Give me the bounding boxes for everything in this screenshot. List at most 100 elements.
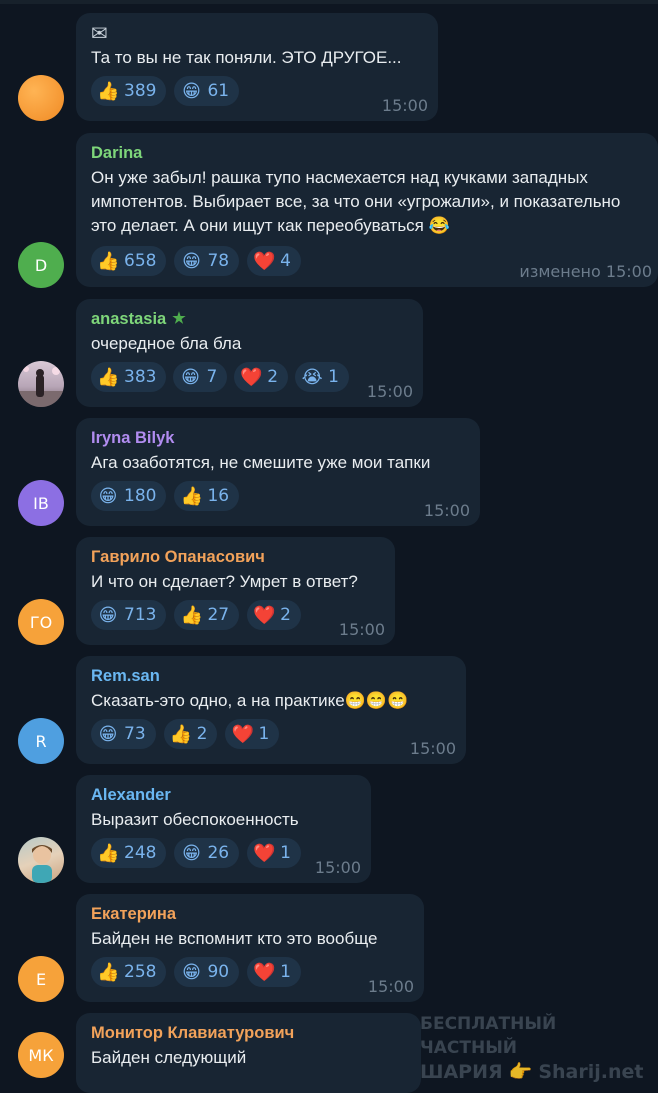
- avatar[interactable]: [18, 75, 64, 121]
- heart-icon: ❤️: [240, 366, 263, 388]
- avatar[interactable]: [18, 361, 64, 407]
- message-bubble[interactable]: Екатерина Байден не вспомнит кто это воо…: [76, 894, 424, 1002]
- message-bubble[interactable]: Монитор Клавиатурович Байден следующий: [76, 1013, 421, 1093]
- reaction-grin[interactable]: 😁 7: [173, 362, 228, 392]
- message-bubble[interactable]: Darina Он уже забыл! рашка тупо насмехае…: [76, 133, 658, 287]
- message-text: очередное бла бла: [91, 334, 242, 353]
- message-time: изменено 15:00: [519, 262, 652, 281]
- reaction-count: 258: [124, 962, 157, 982]
- message-text: Байден не вспомнит кто это вообще: [91, 929, 378, 948]
- avatar[interactable]: IB: [18, 480, 64, 526]
- reaction-thumbs-up[interactable]: 👍 258: [91, 957, 167, 987]
- message-bubble[interactable]: anastasia ★ очередное бла бла 👍 383 😁 7 …: [76, 299, 423, 407]
- thumbs-up-icon: 👍: [180, 604, 203, 626]
- message-bubble[interactable]: ✉ Та то вы не так поняли. ЭТО ДРУГОЕ... …: [76, 13, 438, 121]
- heart-icon: ❤️: [253, 604, 276, 626]
- reaction-thumbs-up[interactable]: 👍 383: [91, 362, 167, 392]
- avatar[interactable]: МК: [18, 1032, 64, 1078]
- reaction-heart[interactable]: ❤️ 2: [234, 362, 289, 392]
- thumbs-up-icon: 👍: [97, 366, 120, 388]
- pointing-hand-icon: 👉: [508, 1061, 533, 1083]
- grin-icon: 😁: [182, 842, 201, 864]
- star-icon: ★: [172, 310, 186, 327]
- reaction-grin[interactable]: 😁 78: [174, 246, 240, 276]
- reaction-count: 16: [207, 486, 230, 506]
- reaction-count: 2: [267, 367, 279, 387]
- reactions-row: 👍 258 😁 90 ❤️ 1: [91, 957, 410, 987]
- reaction-grin[interactable]: 😁 713: [91, 600, 167, 630]
- sender-name: Екатерина: [91, 903, 410, 925]
- message-text: Он уже забыл! рашка тупо насмехается над…: [91, 168, 621, 235]
- avatar-photo-icon: [32, 845, 52, 883]
- message-text: Ага озаботятся, не смешите уже мои тапки: [91, 453, 431, 472]
- grin-icon: 😁: [98, 723, 118, 745]
- watermark-right: Sharij.net: [538, 1061, 644, 1083]
- message-text: Выразит обеспокоенность: [91, 810, 299, 829]
- reaction-thumbs-up[interactable]: 👍 27: [174, 600, 240, 630]
- message-text: Та то вы не так поняли. ЭТО ДРУГОЕ...: [91, 48, 402, 67]
- avatar[interactable]: [18, 837, 64, 883]
- message-bubble[interactable]: Alexander Выразит обеспокоенность 👍 248 …: [76, 775, 371, 883]
- message-time: 15:00: [314, 858, 361, 877]
- reaction-thumbs-up[interactable]: 👍 389: [91, 76, 167, 106]
- reaction-thumbs-up[interactable]: 👍 2: [163, 719, 218, 749]
- avatar[interactable]: E: [18, 956, 64, 1002]
- reaction-grin[interactable]: 😁 61: [174, 76, 240, 106]
- message-bubble[interactable]: Гаврило Опанасович И что он сделает? Умр…: [76, 537, 395, 645]
- sender-name-text: Iryna Bilyk: [91, 429, 175, 447]
- reaction-grin[interactable]: 😁 73: [91, 719, 156, 749]
- sender-name-text: Монитор Клавиатурович: [91, 1024, 295, 1042]
- reaction-count: 389: [124, 81, 157, 101]
- reaction-grin[interactable]: 😁 90: [174, 957, 240, 987]
- reaction-thumbs-up[interactable]: 👍 248: [91, 838, 167, 868]
- message-bubble[interactable]: Rem.san Сказать-это одно, а на практике😁…: [76, 656, 466, 764]
- thumbs-up-icon: 👍: [97, 80, 120, 102]
- watermark-line1: БЕСПЛАТНЫЙ ЧАСТНЫЙ: [420, 1014, 557, 1058]
- message-time: 15:00: [366, 382, 413, 401]
- reaction-thumbs-up[interactable]: 👍 658: [91, 246, 167, 276]
- grin-icon: 😁: [182, 250, 201, 272]
- thumbs-up-icon: 👍: [169, 723, 193, 745]
- thumbs-up-icon: 👍: [180, 485, 203, 507]
- reaction-count: 26: [207, 843, 230, 863]
- reactions-row: 😁 713 👍 27 ❤️ 2: [91, 600, 381, 630]
- reaction-heart[interactable]: ❤️ 1: [225, 719, 280, 749]
- reactions-row: 😁 180 👍 16: [91, 481, 466, 511]
- reactions-row: 👍 383 😁 7 ❤️ 2 😭 1: [91, 362, 409, 392]
- reaction-count: 180: [124, 486, 157, 506]
- grin-icon: 😁: [98, 604, 118, 626]
- reaction-count: 27: [207, 605, 230, 625]
- grin-icon: 😁: [98, 485, 118, 507]
- sender-name: Darina: [91, 142, 644, 164]
- reaction-crying[interactable]: 😭 1: [295, 362, 349, 392]
- reaction-heart[interactable]: ❤️ 4: [247, 246, 301, 276]
- reaction-heart[interactable]: ❤️ 1: [247, 957, 301, 987]
- message-text: Байден следующий: [91, 1048, 247, 1067]
- thumbs-up-icon: 👍: [97, 961, 120, 983]
- reaction-count: 78: [207, 251, 230, 271]
- reaction-count: 713: [124, 605, 157, 625]
- avatar-photo-icon: [18, 366, 64, 407]
- reaction-count: 4: [280, 251, 291, 271]
- reaction-count: 1: [328, 367, 339, 387]
- message-time: 15:00: [367, 977, 414, 996]
- sender-name-text: Darina: [91, 144, 143, 162]
- reaction-heart[interactable]: ❤️ 1: [247, 838, 301, 868]
- reaction-grin[interactable]: 😁 26: [174, 838, 240, 868]
- reactions-row: 😁 73 👍 2 ❤️ 1: [91, 719, 452, 749]
- avatar[interactable]: D: [18, 242, 64, 288]
- avatar[interactable]: R: [18, 718, 64, 764]
- reaction-count: 90: [207, 962, 230, 982]
- avatar[interactable]: ГО: [18, 599, 64, 645]
- message-bubble[interactable]: Iryna Bilyk Ага озаботятся, не смешите у…: [76, 418, 480, 526]
- reactions-row: 👍 389 😁 61: [91, 76, 424, 106]
- thumbs-up-icon: 👍: [97, 842, 120, 864]
- reaction-count: 2: [280, 605, 291, 625]
- reaction-thumbs-up[interactable]: 👍 16: [174, 481, 240, 511]
- message-time: 15:00: [338, 620, 385, 639]
- reaction-count: 1: [280, 962, 291, 982]
- reaction-heart[interactable]: ❤️ 2: [247, 600, 301, 630]
- reaction-grin[interactable]: 😁 180: [91, 481, 167, 511]
- sender-name: Монитор Клавиатурович: [91, 1022, 407, 1044]
- thumbs-up-icon: 👍: [97, 250, 120, 272]
